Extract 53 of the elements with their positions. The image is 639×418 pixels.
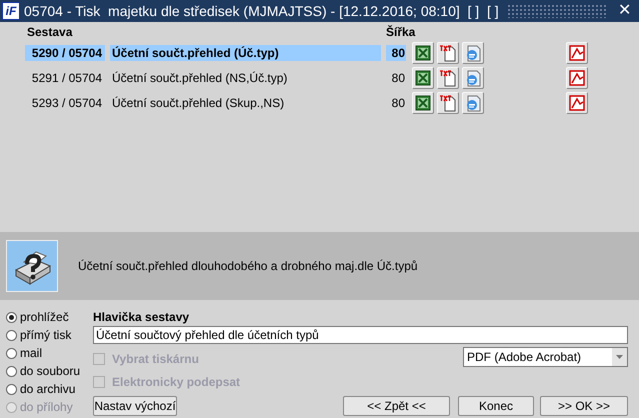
text-file-icon	[439, 94, 457, 112]
spreadsheet-icon	[415, 44, 431, 60]
browser-icon	[464, 68, 482, 86]
dialog-button[interactable]: << Zpět <<	[343, 396, 450, 416]
table-cell[interactable]: Účetní součt.přehled (Skup.,NS)	[110, 94, 381, 110]
export-excel-button[interactable]	[412, 42, 434, 64]
dialog-button[interactable]: >> OK >>	[540, 396, 628, 416]
output-radio[interactable]: přímý tisk	[6, 326, 93, 344]
table-cell[interactable]: 5293 / 05704	[25, 94, 105, 110]
export-pdf-button[interactable]	[566, 66, 588, 88]
text-file-icon	[439, 44, 457, 62]
dialog-button[interactable]: Nastav výchozí	[93, 396, 177, 416]
radio-circle[interactable]	[6, 312, 17, 322]
column-header: Šířka	[386, 24, 416, 41]
export-text-button[interactable]	[437, 66, 459, 88]
output-radio[interactable]: mail	[6, 344, 93, 362]
pdf-icon	[568, 94, 586, 112]
close-button[interactable]: ✕	[614, 3, 635, 19]
pdf-icon	[568, 68, 586, 86]
output-radio[interactable]: prohlížeč	[6, 308, 93, 326]
table-cell[interactable]: 80	[386, 70, 406, 86]
open-browser-button[interactable]	[462, 92, 484, 114]
report-header-field[interactable]: Účetní součtový přehled dle účetních typů	[93, 326, 628, 344]
browser-icon	[464, 94, 482, 112]
dialog-button[interactable]: Konec	[458, 396, 534, 416]
window-title: 05704 - Tisk majetku dle středisek (MJMAJTSS) - [12.12.2016; 08:10] [ ] [ ]	[24, 2, 499, 21]
open-browser-button[interactable]	[462, 66, 484, 88]
text-file-icon	[439, 68, 457, 86]
table-cell[interactable]: Účetní součt.přehled (NS,Úč.typ)	[110, 70, 381, 86]
spreadsheet-icon	[415, 70, 431, 86]
column-header: Sestava	[27, 24, 74, 41]
field-label: Hlavička sestavy	[93, 309, 190, 324]
output-radio[interactable]: do archivu	[6, 380, 93, 398]
output-radio[interactable]: do souboru	[6, 362, 93, 380]
format-dropdown[interactable]: PDF (Adobe Acrobat)	[463, 347, 628, 367]
export-pdf-button[interactable]	[566, 92, 588, 114]
export-excel-button[interactable]	[412, 66, 434, 88]
report-description: Účetní součt.přehled dlouhodobého a drobného maj.dle Úč.typů	[78, 258, 418, 275]
printer-help-icon	[6, 240, 58, 292]
table-cell[interactable]: Účetní součt.přehled (Úč.typ)	[110, 44, 381, 60]
table-cell[interactable]: 80	[386, 44, 406, 60]
table-cell[interactable]: 5290 / 05704	[25, 44, 105, 60]
export-text-button[interactable]	[437, 92, 459, 114]
export-pdf-button[interactable]	[566, 42, 588, 64]
spreadsheet-icon	[415, 94, 431, 110]
export-text-button[interactable]	[437, 42, 459, 64]
table-cell[interactable]: 5291 / 05704	[25, 70, 105, 86]
browser-icon	[464, 44, 482, 62]
table-cell[interactable]: 80	[386, 94, 406, 110]
open-browser-button[interactable]	[462, 42, 484, 64]
export-excel-button[interactable]	[412, 92, 434, 114]
pdf-icon	[568, 44, 586, 62]
app-logo: iF	[2, 2, 20, 20]
